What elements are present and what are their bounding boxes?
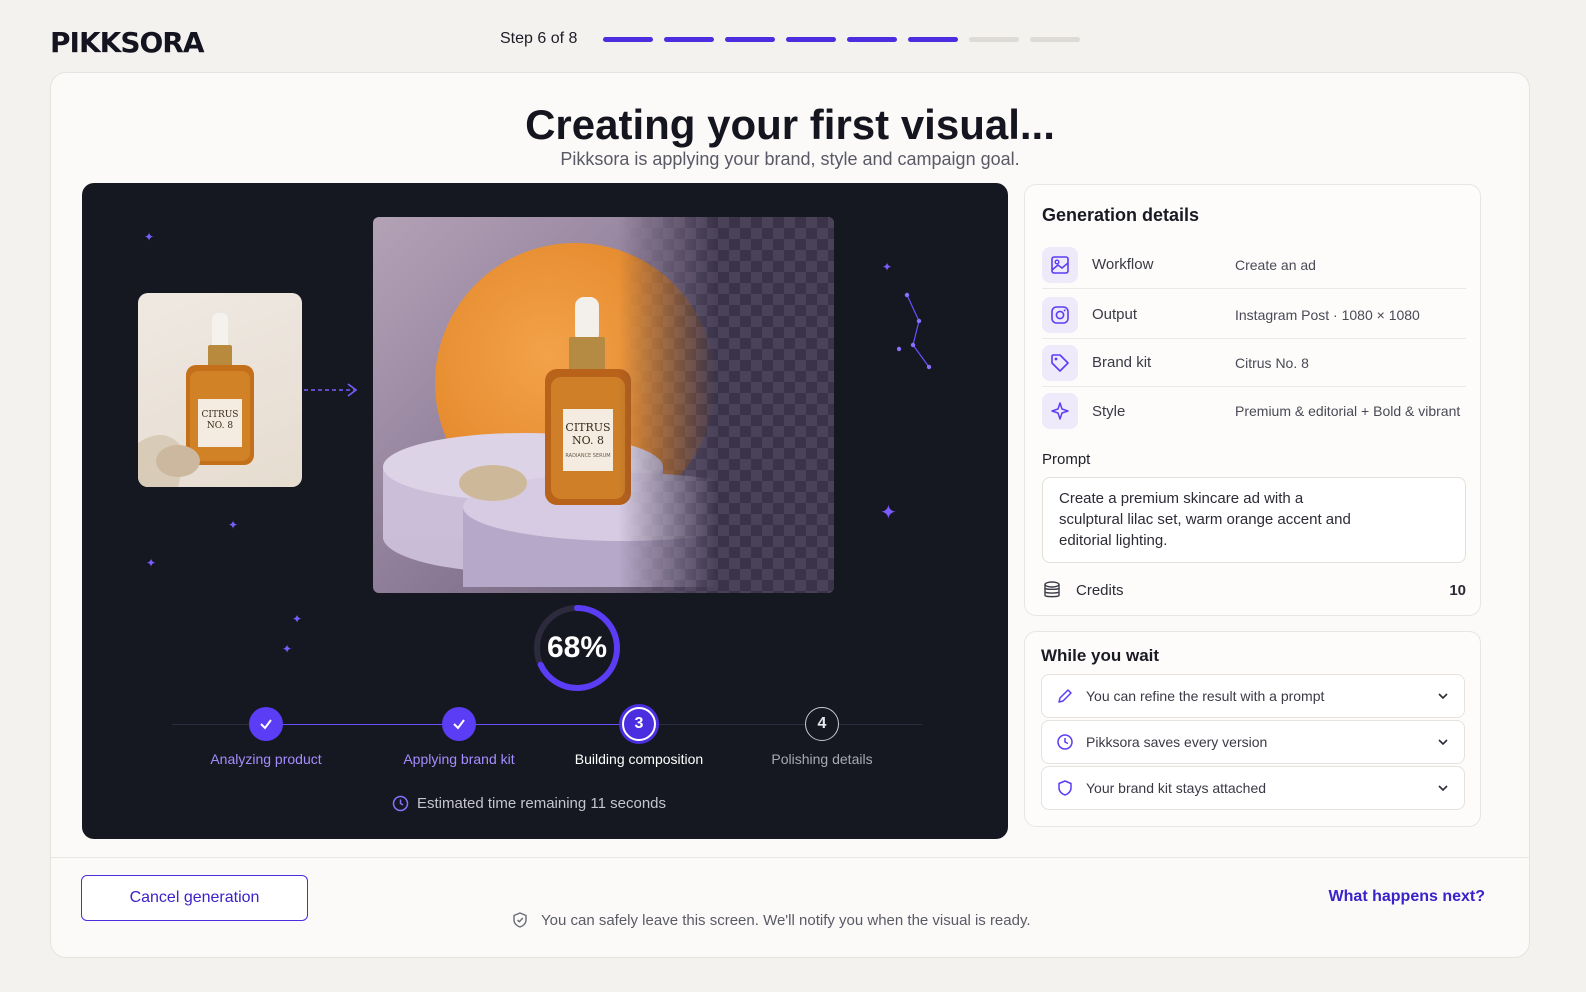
prompt-value: Create a premium skincare ad with a scul…	[1059, 490, 1351, 549]
coins-icon	[1044, 581, 1060, 598]
step-segment	[603, 36, 654, 42]
step-segment	[908, 36, 959, 42]
accordion-label: You can refine the result with a prompt	[1086, 688, 1325, 704]
detail-value: Instagram Post · 1080 × 1080	[1235, 306, 1420, 323]
accordion-label: Pikksora saves every version	[1086, 734, 1268, 750]
pipeline-step-analyzing: Analyzing product	[186, 707, 346, 767]
serum-bottle-image: CITRUS NO. 8	[138, 313, 254, 487]
prompt-label: Prompt	[1042, 451, 1091, 468]
step-number-badge: 3	[622, 707, 656, 741]
credits-row: Credits 10	[1042, 577, 1466, 603]
pipeline-step-brand-kit: Applying brand kit	[379, 707, 539, 767]
accordion-refine[interactable]: You can refine the result with a prompt	[1041, 674, 1465, 718]
safe-leave-text: You can safely leave this screen. We'll …	[541, 911, 1031, 929]
accordion-brand-kit[interactable]: Your brand kit stays attached	[1041, 766, 1465, 810]
svg-text:NO. 8: NO. 8	[207, 421, 233, 431]
generation-stage: ✦ ✦ ✦ ✦ ✦ ✦ ✦ CITRUS NO. 8 CITRUS NO. 8 …	[82, 183, 1008, 839]
pipeline-step-label: Polishing details	[771, 751, 873, 767]
detail-value: Citrus No. 8	[1235, 354, 1309, 371]
detail-key: Output	[1092, 306, 1138, 323]
sparkle-icon	[1042, 393, 1078, 429]
accordion-label: Your brand kit stays attached	[1086, 780, 1267, 796]
detail-row-workflow: Workflow Create an ad	[1042, 241, 1466, 289]
credits-value: 10	[1449, 581, 1466, 599]
detail-key: Workflow	[1092, 256, 1154, 273]
progress-percent: 68%	[546, 631, 608, 664]
source-product-image: CITRUS NO. 8	[138, 293, 302, 487]
detail-row-style: Style Premium & editorial + Bold & vibra…	[1042, 387, 1466, 435]
transparency-checkerboard	[619, 217, 834, 593]
history-icon	[1057, 734, 1073, 750]
generated-visual-preview: CITRUS NO. 8 RADIANCE SERUM	[373, 217, 834, 593]
while-you-wait-panel: While you wait You can refine the result…	[1024, 631, 1481, 827]
sparkle-icon: ✦	[146, 556, 157, 570]
shield-check-icon	[513, 912, 527, 928]
cancel-generation-button[interactable]: Cancel generation	[81, 875, 308, 921]
chevron-down-icon	[1438, 739, 1448, 746]
step-segment	[786, 36, 837, 42]
bottle-label-line3: RADIANCE SERUM	[565, 453, 610, 459]
brand-logo: PIKKSORA	[50, 26, 205, 59]
generation-details-panel: Generation details Workflow Create an ad…	[1024, 184, 1481, 616]
accordion-versions[interactable]: Pikksora saves every version	[1041, 720, 1465, 764]
step-counter: Step 6 of 8	[500, 30, 578, 47]
constellation-icon	[897, 292, 932, 370]
what-happens-next-link[interactable]: What happens next?	[1329, 888, 1485, 906]
image-icon	[1042, 246, 1078, 283]
safe-leave-note: You can safely leave this screen. We'll …	[511, 911, 1031, 929]
page-subtitle: Pikksora is applying your brand, style a…	[560, 149, 1020, 169]
pipeline-step-composition: 3 Building composition	[559, 707, 719, 767]
detail-value: Create an ad	[1235, 256, 1316, 273]
chevron-down-icon	[1438, 693, 1448, 700]
check-icon	[442, 707, 476, 741]
step-number-badge: 4	[805, 707, 839, 741]
credits-label: Credits	[1076, 581, 1124, 599]
bottle-label-line2: NO. 8	[572, 434, 604, 447]
onboarding-stepper: Step 6 of 8	[500, 30, 1091, 48]
detail-value: Premium & editorial + Bold & vibrant	[1235, 403, 1461, 419]
generation-card: Creating your first visual... Pikksora i…	[50, 72, 1530, 958]
generation-pipeline: Analyzing product Applying brand kit 3 B…	[172, 707, 922, 787]
estimated-time: Estimated time remaining 11 seconds	[392, 795, 666, 812]
pipeline-step-polishing: 4 Polishing details	[742, 707, 902, 767]
tag-icon	[1042, 344, 1078, 381]
shield-icon	[1058, 780, 1072, 796]
step-segment	[969, 36, 1020, 42]
while-you-wait-title: While you wait	[1041, 646, 1160, 665]
sparkle-icon: ✦	[228, 518, 239, 532]
check-icon	[249, 707, 283, 741]
prompt-text[interactable]: Create a premium skincare ad with a scul…	[1042, 477, 1466, 563]
chevron-down-icon	[1438, 785, 1448, 792]
pipeline-step-label: Analyzing product	[210, 751, 322, 767]
pipeline-step-label: Applying brand kit	[403, 751, 515, 767]
step-segment	[725, 36, 776, 42]
arrow-right-icon	[304, 383, 358, 397]
detail-row-output: Output Instagram Post · 1080 × 1080	[1042, 291, 1466, 339]
progress-ring: 68%	[532, 603, 622, 693]
detail-key: Style	[1092, 402, 1126, 420]
step-segment	[1030, 36, 1081, 42]
sparkle-icon: ✦	[292, 612, 303, 626]
estimated-time-text: Estimated time remaining 11 seconds	[417, 795, 667, 812]
svg-text:CITRUS: CITRUS	[202, 410, 239, 420]
detail-row-brand-kit: Brand kit Citrus No. 8	[1042, 339, 1466, 387]
detail-key: Brand kit	[1092, 354, 1152, 371]
step-segment	[664, 36, 715, 42]
sparkle-icon: ✦	[282, 642, 293, 656]
step-segment	[847, 36, 898, 42]
sparkle-icon: ✦	[882, 260, 893, 274]
sparkle-icon: ✦	[880, 502, 897, 524]
sparkle-icon: ✦	[144, 230, 155, 244]
generation-details-title: Generation details	[1042, 205, 1200, 225]
pipeline-step-label: Building composition	[574, 751, 704, 767]
clock-icon	[392, 795, 409, 812]
bottle-label-line1: CITRUS	[565, 421, 610, 434]
pencil-icon	[1058, 689, 1072, 703]
footer-divider	[51, 857, 1529, 858]
page-title: Creating your first visual...	[525, 101, 1055, 148]
instagram-icon	[1042, 296, 1078, 333]
